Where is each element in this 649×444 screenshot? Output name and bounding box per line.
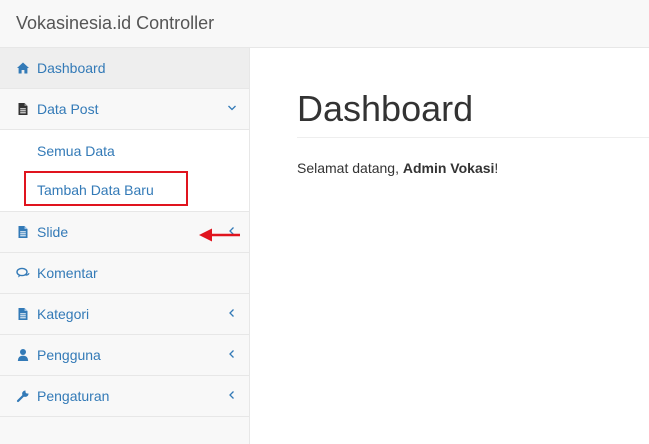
sidebar-item-label: Kategori	[37, 306, 90, 322]
brand-title[interactable]: Vokasinesia.id Controller	[16, 12, 214, 34]
chevron-left-icon	[229, 391, 234, 399]
divider	[297, 137, 649, 138]
sidebar-item-pengguna[interactable]: Pengguna	[0, 335, 249, 376]
sidebar: Dashboard Data Post Semua Data Tambah Da…	[0, 48, 250, 444]
file-icon	[18, 103, 28, 115]
wrench-icon	[16, 390, 29, 403]
sidebar-item-kategori[interactable]: Kategori	[0, 294, 249, 335]
sidebar-item-label: Dashboard	[37, 60, 106, 76]
sidebar-item-komentar[interactable]: Komentar	[0, 253, 249, 294]
sidebar-item-label: Data Post	[37, 101, 99, 117]
main-content: Dashboard Selamat datang, Admin Vokasi!	[251, 48, 649, 444]
sidebar-item-label: Pengguna	[37, 347, 101, 363]
sidebar-item-data-post[interactable]: Data Post	[0, 89, 249, 130]
sidebar-item-label: Pengaturan	[37, 388, 110, 404]
page-title: Dashboard	[297, 88, 474, 129]
submenu-item-semua-data[interactable]: Semua Data	[37, 143, 115, 160]
welcome-name: Admin Vokasi	[402, 160, 495, 176]
top-navbar: Vokasinesia.id Controller	[0, 0, 649, 48]
sidebar-item-label: Slide	[37, 224, 69, 240]
home-icon	[17, 62, 29, 74]
chevron-down-icon	[228, 105, 236, 111]
sidebar-item-pengaturan[interactable]: Pengaturan	[0, 376, 249, 417]
chevron-left-icon	[229, 350, 234, 358]
user-icon	[17, 349, 29, 361]
file-icon	[18, 226, 28, 238]
arrow-left-icon	[199, 228, 240, 242]
welcome-suffix: !	[494, 160, 499, 176]
sidebar-item-dashboard[interactable]: Dashboard	[0, 48, 249, 89]
highlight-box	[24, 171, 188, 206]
file-icon	[18, 308, 28, 320]
comments-icon	[16, 267, 30, 278]
welcome-prefix: Selamat datang,	[297, 160, 403, 176]
sidebar-item-label: Komentar	[37, 265, 98, 281]
chevron-left-icon	[229, 309, 234, 317]
welcome-message: Selamat datang, Admin Vokasi!	[297, 160, 498, 177]
